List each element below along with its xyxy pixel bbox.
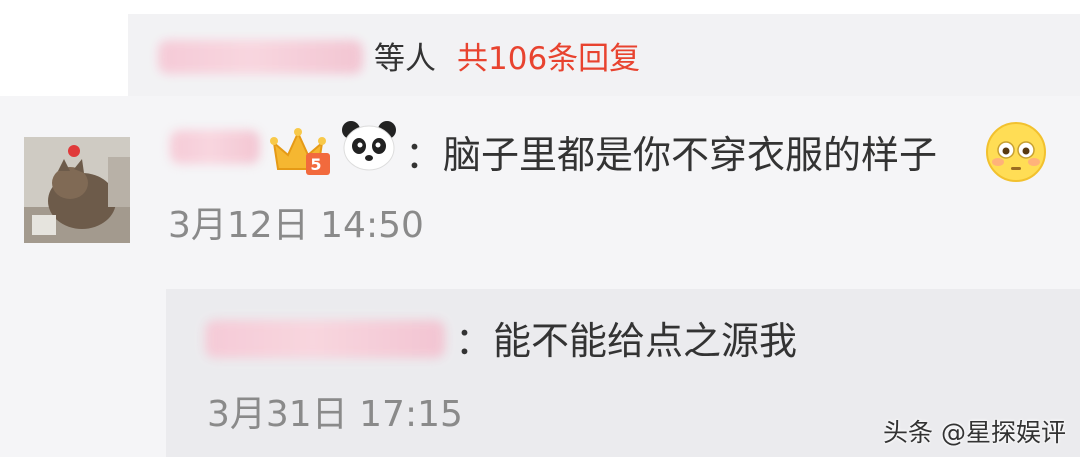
avatar[interactable]	[24, 137, 130, 243]
blurred-username	[158, 40, 363, 74]
replies-summary-suffix: 等人	[374, 41, 436, 77]
comment-timestamp: 3月12日 14:50	[168, 205, 424, 246]
view-replies-link[interactable]: 共106条回复	[457, 44, 640, 75]
comment-text: ：脑子里都是你不穿衣服的样子	[405, 133, 938, 177]
reply-text: ：能不能给点之源我	[455, 319, 798, 363]
reply-timestamp: 3月31日 17:15	[207, 394, 463, 435]
panda-icon	[339, 118, 399, 172]
flushed-face-emoji-icon	[984, 120, 1048, 184]
vip-level-number: 5	[310, 155, 322, 174]
blurred-commenter-name	[170, 130, 260, 164]
blurred-replier-name	[205, 320, 445, 358]
watermark: 头条 @星探娱评	[883, 418, 1066, 447]
